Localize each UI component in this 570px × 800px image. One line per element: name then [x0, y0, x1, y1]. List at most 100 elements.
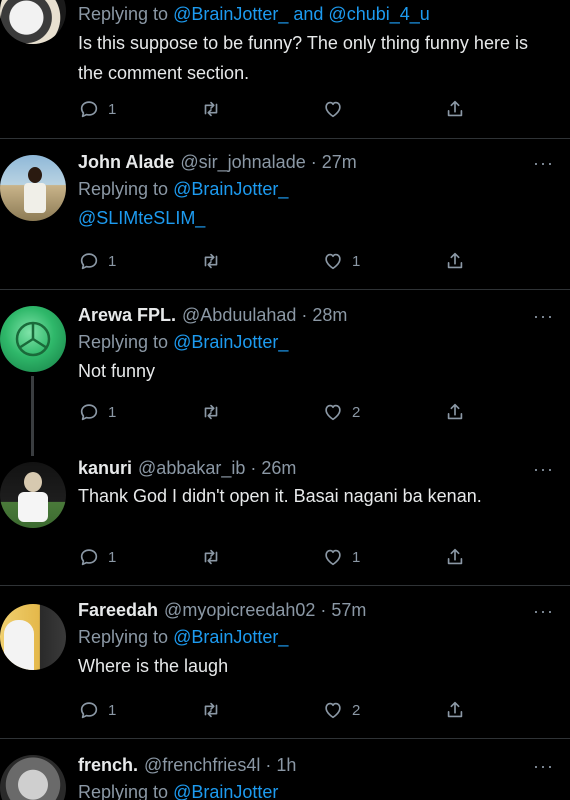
- share-button[interactable]: [444, 250, 466, 272]
- like-button[interactable]: 1: [322, 546, 360, 568]
- reply-count: 1: [108, 100, 117, 118]
- handle-time[interactable]: @abbakar_ib · 26m: [138, 458, 296, 479]
- share-button[interactable]: [444, 546, 466, 568]
- tweet-header: Fareedah @myopicreedah02 · 57m: [78, 597, 554, 623]
- heart-icon: [322, 401, 344, 423]
- like-count: 2: [352, 701, 361, 719]
- tweet-text: Where is the laugh: [78, 656, 229, 676]
- display-name[interactable]: Fareedah: [78, 600, 158, 621]
- reply-button[interactable]: 1: [78, 546, 116, 568]
- replying-to: Replying to @BrainJotter: [78, 778, 554, 800]
- handle-time[interactable]: @myopicreedah02 · 57m: [164, 600, 366, 621]
- handle-time[interactable]: @Abduulahad · 28m: [182, 305, 347, 326]
- mercedes-logo-icon: [15, 321, 51, 357]
- replying-prefix: Replying to: [78, 782, 169, 800]
- replying-prefix: Replying to: [78, 179, 169, 199]
- avatar[interactable]: [0, 0, 66, 44]
- reply-button[interactable]: 1: [78, 401, 116, 423]
- reply-icon: [78, 699, 100, 721]
- avatar[interactable]: [0, 462, 66, 528]
- tweet[interactable]: Replying to @BrainJotter_ and @chubi_4_u…: [0, 0, 570, 138]
- replying-mentions[interactable]: @BrainJotter_: [173, 179, 288, 199]
- tweet[interactable]: John Alade @sir_johnalade · 27m ··· Repl…: [0, 139, 570, 289]
- share-button[interactable]: [444, 699, 466, 721]
- retweet-icon: [200, 546, 222, 568]
- heart-icon: [322, 546, 344, 568]
- more-icon[interactable]: ···: [533, 756, 554, 777]
- replying-prefix: Replying to: [78, 332, 169, 352]
- handle-time[interactable]: @sir_johnalade · 27m: [180, 152, 356, 173]
- avatar[interactable]: [0, 755, 66, 800]
- reply-count: 1: [108, 548, 117, 566]
- avatar[interactable]: [0, 155, 66, 221]
- tweet-text: Thank God I didn't open it. Basai nagani…: [78, 486, 482, 506]
- retweet-button[interactable]: [200, 546, 222, 568]
- tweet-header: french. @frenchfries4l · 1h: [78, 752, 554, 778]
- tweet[interactable]: Arewa FPL. @Abduulahad · 28m ··· Replyin…: [0, 290, 570, 456]
- like-button[interactable]: [322, 98, 344, 120]
- tweet[interactable]: kanuri @abbakar_ib · 26m ··· Thank God I…: [0, 452, 570, 584]
- tweet-text: Is this suppose to be funny? The only th…: [78, 33, 528, 83]
- retweet-icon: [200, 699, 222, 721]
- reply-icon: [78, 401, 100, 423]
- tweet-text: Not funny: [78, 361, 156, 381]
- share-icon: [444, 546, 466, 568]
- share-button[interactable]: [444, 401, 466, 423]
- replying-to: Replying to @BrainJotter_: [78, 623, 554, 651]
- like-count: 1: [352, 252, 361, 270]
- retweet-button[interactable]: [200, 401, 222, 423]
- display-name[interactable]: John Alade: [78, 152, 174, 173]
- tweet[interactable]: french. @frenchfries4l · 1h ··· Replying…: [0, 739, 570, 800]
- share-icon: [444, 401, 466, 423]
- more-icon[interactable]: ···: [533, 601, 554, 622]
- more-icon[interactable]: ···: [533, 153, 554, 174]
- retweet-icon: [200, 401, 222, 423]
- replying-prefix: Replying to: [78, 4, 169, 24]
- retweet-button[interactable]: [200, 98, 222, 120]
- handle-time[interactable]: @frenchfries4l · 1h: [144, 755, 296, 776]
- tweet-header: John Alade @sir_johnalade · 27m: [78, 149, 554, 175]
- reply-icon: [78, 546, 100, 568]
- heart-icon: [322, 98, 344, 120]
- share-icon: [444, 250, 466, 272]
- tweet-header: kanuri @abbakar_ib · 26m: [78, 455, 554, 481]
- retweet-button[interactable]: [200, 699, 222, 721]
- reply-button[interactable]: 1: [78, 98, 116, 120]
- avatar[interactable]: [0, 604, 66, 670]
- reply-button[interactable]: 1: [78, 250, 116, 272]
- display-name[interactable]: Arewa FPL.: [78, 305, 176, 326]
- like-button[interactable]: 1: [322, 250, 360, 272]
- display-name[interactable]: kanuri: [78, 458, 132, 479]
- reply-count: 1: [108, 403, 117, 421]
- reply-icon: [78, 98, 100, 120]
- tweet[interactable]: Fareedah @myopicreedah02 · 57m ··· Reply…: [0, 586, 570, 738]
- reply-icon: [78, 250, 100, 272]
- more-icon[interactable]: ···: [533, 306, 554, 327]
- reply-button[interactable]: 1: [78, 699, 116, 721]
- reply-count: 1: [108, 252, 117, 270]
- replying-to: Replying to @BrainJotter_ and @chubi_4_u: [78, 0, 554, 28]
- share-icon: [444, 98, 466, 120]
- heart-icon: [322, 250, 344, 272]
- retweet-button[interactable]: [200, 250, 222, 272]
- thread-line: [31, 376, 34, 456]
- tweet-header: Arewa FPL. @Abduulahad · 28m: [78, 302, 554, 328]
- replying-to: Replying to @BrainJotter_: [78, 328, 554, 356]
- display-name[interactable]: french.: [78, 755, 138, 776]
- share-icon: [444, 699, 466, 721]
- tweet-text[interactable]: @SLIMteSLIM_: [78, 203, 554, 233]
- like-button[interactable]: 2: [322, 401, 360, 423]
- avatar[interactable]: [0, 306, 66, 372]
- replying-mentions[interactable]: @BrainJotter_: [173, 627, 288, 647]
- replying-mentions[interactable]: @BrainJotter: [173, 782, 278, 800]
- retweet-icon: [200, 98, 222, 120]
- like-count: 1: [352, 548, 361, 566]
- replying-mentions[interactable]: @BrainJotter_ and @chubi_4_u: [173, 4, 430, 24]
- like-button[interactable]: 2: [322, 699, 360, 721]
- retweet-icon: [200, 250, 222, 272]
- like-count: 2: [352, 403, 361, 421]
- share-button[interactable]: [444, 98, 466, 120]
- more-icon[interactable]: ···: [533, 459, 554, 480]
- heart-icon: [322, 699, 344, 721]
- replying-mentions[interactable]: @BrainJotter_: [173, 332, 288, 352]
